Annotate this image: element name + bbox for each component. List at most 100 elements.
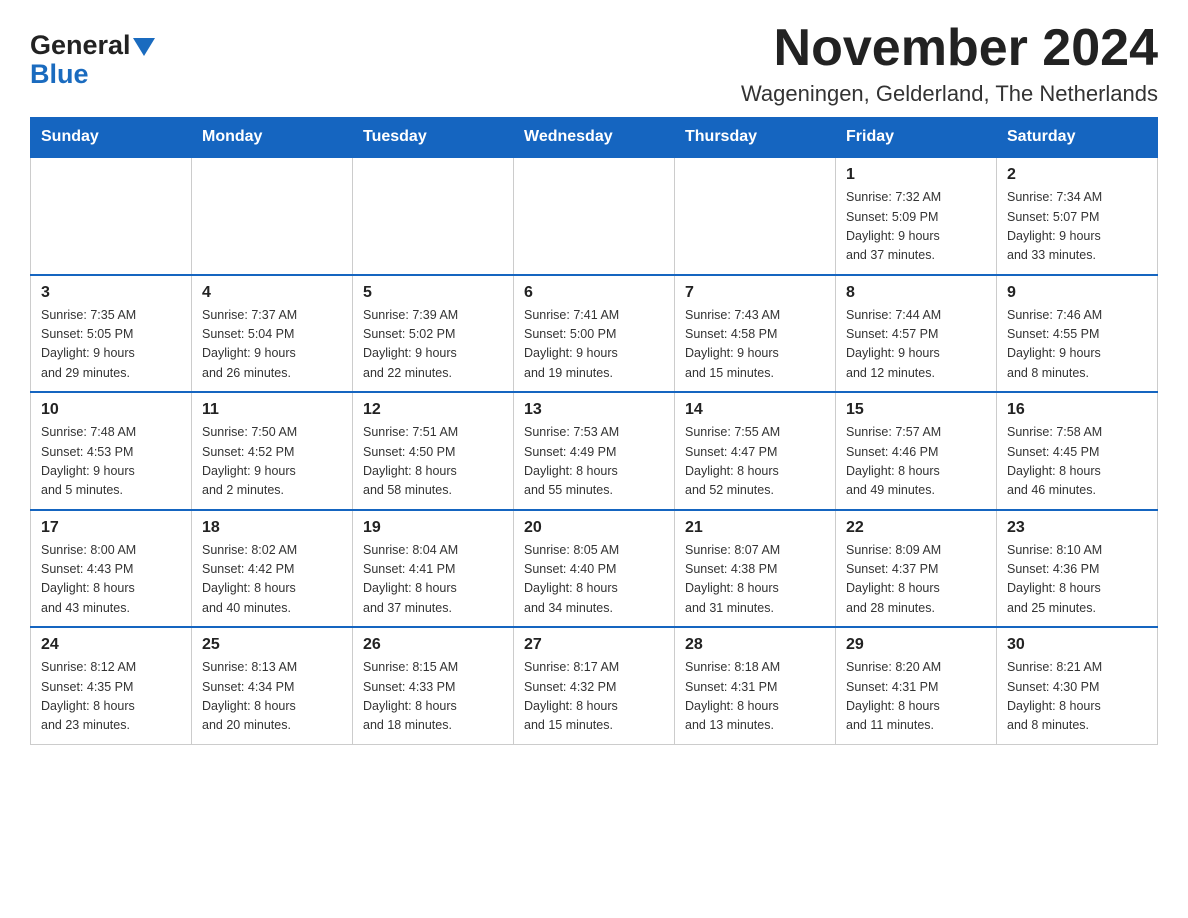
calendar-week-4: 24 Sunrise: 8:12 AM Sunset: 4:35 PM Dayli… (31, 627, 1158, 744)
weekday-header-wednesday: Wednesday (514, 118, 675, 158)
calendar-cell: 28 Sunrise: 8:18 AM Sunset: 4:31 PM Dayli… (675, 627, 836, 744)
day-info: Sunrise: 8:13 AM Sunset: 4:34 PM Dayligh… (202, 658, 342, 736)
day-number: 28 (685, 636, 825, 654)
weekday-header-tuesday: Tuesday (353, 118, 514, 158)
calendar-cell: 16Sunrise: 7:58 AM Sunset: 4:45 PM Dayli… (997, 392, 1158, 510)
calendar-cell: 4 Sunrise: 7:37 AM Sunset: 5:04 PM Daylig… (192, 275, 353, 393)
day-number: 17 (41, 519, 181, 537)
day-number: 29 (846, 636, 986, 654)
day-info: Sunrise: 7:43 AM Sunset: 4:58 PM Dayligh… (685, 306, 825, 384)
weekday-header-monday: Monday (192, 118, 353, 158)
day-number: 6 (524, 284, 664, 302)
day-info: Sunrise: 7:51 AM Sunset: 4:50 PM Dayligh… (363, 423, 503, 501)
logo-general-text: General (30, 30, 131, 61)
calendar-week-1: 3 Sunrise: 7:35 AM Sunset: 5:05 PM Daylig… (31, 275, 1158, 393)
calendar-cell: 22 Sunrise: 8:09 AM Sunset: 4:37 PM Dayli… (836, 510, 997, 628)
calendar-cell (31, 157, 192, 275)
day-info: Sunrise: 8:07 AM Sunset: 4:38 PM Dayligh… (685, 541, 825, 619)
day-info: Sunrise: 7:53 AM Sunset: 4:49 PM Dayligh… (524, 423, 664, 501)
calendar-cell: 24 Sunrise: 8:12 AM Sunset: 4:35 PM Dayli… (31, 627, 192, 744)
day-info: Sunrise: 7:34 AM Sunset: 5:07 PM Dayligh… (1007, 188, 1147, 266)
day-number: 5 (363, 284, 503, 302)
day-info: Sunrise: 8:05 AM Sunset: 4:40 PM Dayligh… (524, 541, 664, 619)
weekday-header-friday: Friday (836, 118, 997, 158)
calendar-cell: 10 Sunrise: 7:48 AM Sunset: 4:53 PM Dayli… (31, 392, 192, 510)
day-number: 10 (41, 401, 181, 419)
day-number: 3 (41, 284, 181, 302)
calendar-header-row: SundayMondayTuesdayWednesdayThursdayFrid… (31, 118, 1158, 158)
calendar-cell (353, 157, 514, 275)
day-info: Sunrise: 8:21 AM Sunset: 4:30 PM Dayligh… (1007, 658, 1147, 736)
day-info: Sunrise: 7:48 AM Sunset: 4:53 PM Dayligh… (41, 423, 181, 501)
calendar-week-2: 10 Sunrise: 7:48 AM Sunset: 4:53 PM Dayli… (31, 392, 1158, 510)
day-number: 2 (1007, 166, 1147, 184)
day-number: 13 (524, 401, 664, 419)
calendar-cell: 7 Sunrise: 7:43 AM Sunset: 4:58 PM Daylig… (675, 275, 836, 393)
day-info: Sunrise: 7:35 AM Sunset: 5:05 PM Dayligh… (41, 306, 181, 384)
calendar-cell: 17Sunrise: 8:00 AM Sunset: 4:43 PM Dayli… (31, 510, 192, 628)
day-number: 14 (685, 401, 825, 419)
calendar-cell: 9 Sunrise: 7:46 AM Sunset: 4:55 PM Daylig… (997, 275, 1158, 393)
day-info: Sunrise: 7:41 AM Sunset: 5:00 PM Dayligh… (524, 306, 664, 384)
weekday-header-sunday: Sunday (31, 118, 192, 158)
day-info: Sunrise: 8:04 AM Sunset: 4:41 PM Dayligh… (363, 541, 503, 619)
day-number: 26 (363, 636, 503, 654)
calendar-cell: 14 Sunrise: 7:55 AM Sunset: 4:47 PM Dayli… (675, 392, 836, 510)
day-number: 25 (202, 636, 342, 654)
calendar-cell: 20 Sunrise: 8:05 AM Sunset: 4:40 PM Dayli… (514, 510, 675, 628)
calendar-title: November 2024 (741, 20, 1158, 77)
calendar-cell: 19Sunrise: 8:04 AM Sunset: 4:41 PM Dayli… (353, 510, 514, 628)
day-info: Sunrise: 7:50 AM Sunset: 4:52 PM Dayligh… (202, 423, 342, 501)
day-number: 1 (846, 166, 986, 184)
calendar-cell: 27 Sunrise: 8:17 AM Sunset: 4:32 PM Dayli… (514, 627, 675, 744)
calendar-table: SundayMondayTuesdayWednesdayThursdayFrid… (30, 117, 1158, 745)
day-number: 22 (846, 519, 986, 537)
day-info: Sunrise: 7:37 AM Sunset: 5:04 PM Dayligh… (202, 306, 342, 384)
day-info: Sunrise: 8:18 AM Sunset: 4:31 PM Dayligh… (685, 658, 825, 736)
calendar-cell: 15 Sunrise: 7:57 AM Sunset: 4:46 PM Dayli… (836, 392, 997, 510)
calendar-week-3: 17Sunrise: 8:00 AM Sunset: 4:43 PM Dayli… (31, 510, 1158, 628)
day-number: 24 (41, 636, 181, 654)
day-number: 4 (202, 284, 342, 302)
calendar-cell: 26Sunrise: 8:15 AM Sunset: 4:33 PM Dayli… (353, 627, 514, 744)
calendar-cell: 5Sunrise: 7:39 AM Sunset: 5:02 PM Daylig… (353, 275, 514, 393)
calendar-cell: 11 Sunrise: 7:50 AM Sunset: 4:52 PM Dayli… (192, 392, 353, 510)
calendar-cell: 3 Sunrise: 7:35 AM Sunset: 5:05 PM Daylig… (31, 275, 192, 393)
day-info: Sunrise: 7:46 AM Sunset: 4:55 PM Dayligh… (1007, 306, 1147, 384)
day-number: 15 (846, 401, 986, 419)
calendar-cell: 25 Sunrise: 8:13 AM Sunset: 4:34 PM Dayli… (192, 627, 353, 744)
day-number: 11 (202, 401, 342, 419)
day-number: 27 (524, 636, 664, 654)
day-number: 7 (685, 284, 825, 302)
calendar-cell: 13 Sunrise: 7:53 AM Sunset: 4:49 PM Dayli… (514, 392, 675, 510)
day-number: 9 (1007, 284, 1147, 302)
day-info: Sunrise: 8:12 AM Sunset: 4:35 PM Dayligh… (41, 658, 181, 736)
weekday-header-saturday: Saturday (997, 118, 1158, 158)
calendar-cell: 30Sunrise: 8:21 AM Sunset: 4:30 PM Dayli… (997, 627, 1158, 744)
calendar-cell: 21 Sunrise: 8:07 AM Sunset: 4:38 PM Dayli… (675, 510, 836, 628)
day-info: Sunrise: 8:09 AM Sunset: 4:37 PM Dayligh… (846, 541, 986, 619)
day-info: Sunrise: 7:44 AM Sunset: 4:57 PM Dayligh… (846, 306, 986, 384)
day-number: 20 (524, 519, 664, 537)
day-info: Sunrise: 7:57 AM Sunset: 4:46 PM Dayligh… (846, 423, 986, 501)
calendar-week-0: 1 Sunrise: 7:32 AM Sunset: 5:09 PM Daylig… (31, 157, 1158, 275)
calendar-cell (192, 157, 353, 275)
day-number: 21 (685, 519, 825, 537)
logo: General Blue (30, 30, 155, 90)
day-info: Sunrise: 8:10 AM Sunset: 4:36 PM Dayligh… (1007, 541, 1147, 619)
logo-triangle-icon (133, 38, 155, 56)
day-info: Sunrise: 8:17 AM Sunset: 4:32 PM Dayligh… (524, 658, 664, 736)
logo-blue-text: Blue (30, 59, 89, 90)
day-number: 8 (846, 284, 986, 302)
day-info: Sunrise: 7:55 AM Sunset: 4:47 PM Dayligh… (685, 423, 825, 501)
day-info: Sunrise: 8:20 AM Sunset: 4:31 PM Dayligh… (846, 658, 986, 736)
calendar-cell: 23Sunrise: 8:10 AM Sunset: 4:36 PM Dayli… (997, 510, 1158, 628)
day-info: Sunrise: 7:32 AM Sunset: 5:09 PM Dayligh… (846, 188, 986, 266)
day-number: 18 (202, 519, 342, 537)
day-number: 16 (1007, 401, 1147, 419)
day-number: 12 (363, 401, 503, 419)
calendar-cell: 2 Sunrise: 7:34 AM Sunset: 5:07 PM Daylig… (997, 157, 1158, 275)
calendar-cell: 6 Sunrise: 7:41 AM Sunset: 5:00 PM Daylig… (514, 275, 675, 393)
page-header: General Blue November 2024 Wageningen, G… (30, 20, 1158, 107)
calendar-cell: 12 Sunrise: 7:51 AM Sunset: 4:50 PM Dayli… (353, 392, 514, 510)
